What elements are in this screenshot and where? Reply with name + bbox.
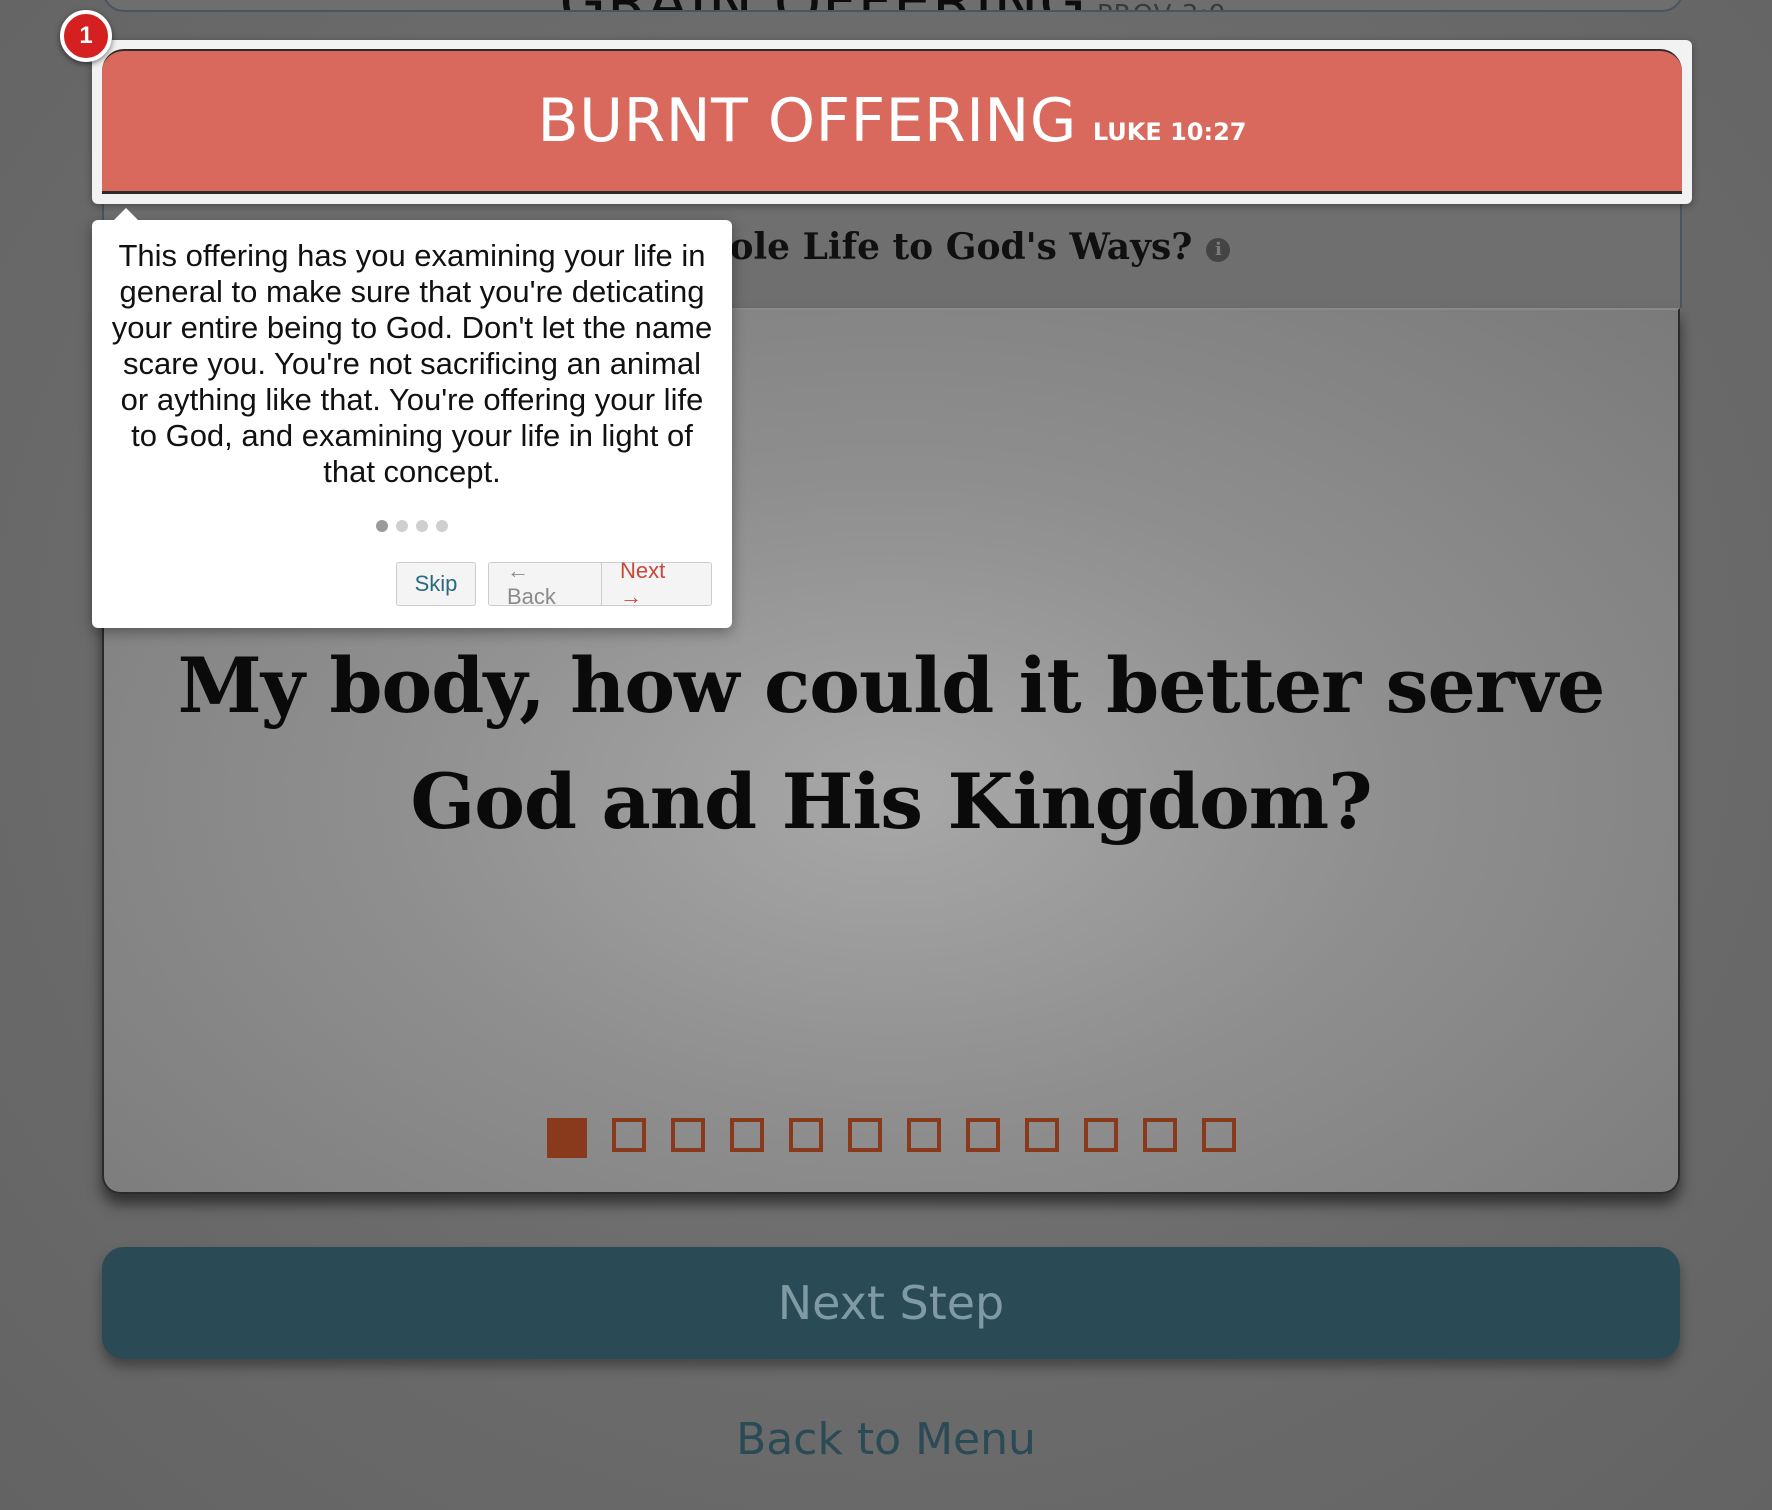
tour-step-dots: [92, 520, 732, 532]
tour-popover: This offering has you examining your lif…: [92, 208, 732, 628]
popover-arrow: [114, 208, 138, 220]
back-to-menu-link[interactable]: Back to Menu: [0, 1414, 1772, 1465]
tour-back-button[interactable]: ← Back: [488, 558, 602, 609]
progress-step-10[interactable]: [1083, 1118, 1118, 1152]
progress-step-1[interactable]: [546, 1118, 587, 1158]
progress-step-9[interactable]: [1024, 1118, 1059, 1152]
tour-dot-1: [376, 520, 388, 532]
progress-step-4[interactable]: [729, 1118, 764, 1152]
previous-offering-reference: PROV 3:9: [1097, 0, 1227, 10]
tour-dot-2: [396, 520, 408, 532]
tour-nav-group: ← Back Next →: [488, 558, 712, 609]
next-step-button[interactable]: Next Step: [102, 1247, 1680, 1359]
progress-step-7[interactable]: [906, 1118, 941, 1152]
prompt-question: My body, how could it better serve God a…: [164, 628, 1618, 860]
tour-dot-4: [436, 520, 448, 532]
tour-step-badge: 1: [60, 10, 112, 62]
progress-step-11[interactable]: [1142, 1118, 1177, 1152]
progress-step-6[interactable]: [847, 1118, 882, 1152]
current-offering-title: BURNT OFFERING: [537, 86, 1077, 156]
tour-dot-3: [416, 520, 428, 532]
previous-offering-header[interactable]: GRAIN OFFERING PROV 3:9: [102, 0, 1684, 12]
progress-step-8[interactable]: [965, 1118, 1000, 1152]
tour-skip-button[interactable]: Skip: [396, 562, 476, 606]
page: GRAIN OFFERINGPROV 3:9 g my Whole Life t…: [0, 0, 1772, 1510]
previous-offering-title-row: GRAIN OFFERING PROV 3:9: [104, 0, 1682, 10]
prompt-line-2: God and His Kingdom?: [410, 757, 1372, 846]
tour-next-button[interactable]: Next →: [602, 558, 712, 609]
current-offering-reference: LUKE 10:27: [1092, 118, 1247, 146]
progress-step-5[interactable]: [788, 1118, 823, 1152]
tour-popover-text: This offering has you examining your lif…: [111, 238, 713, 489]
progress-indicator: [104, 1118, 1678, 1158]
progress-step-2[interactable]: [611, 1118, 646, 1152]
tour-buttons: Skip ← Back Next →: [396, 558, 712, 609]
current-offering-header[interactable]: BURNT OFFERING LUKE 10:27: [102, 49, 1682, 194]
progress-step-3[interactable]: [670, 1118, 705, 1152]
prompt-line-1: My body, how could it better serve: [177, 641, 1606, 730]
info-icon[interactable]: i: [1206, 238, 1231, 262]
progress-step-12[interactable]: [1201, 1118, 1236, 1152]
previous-offering-title: GRAIN OFFERING: [559, 0, 1086, 10]
